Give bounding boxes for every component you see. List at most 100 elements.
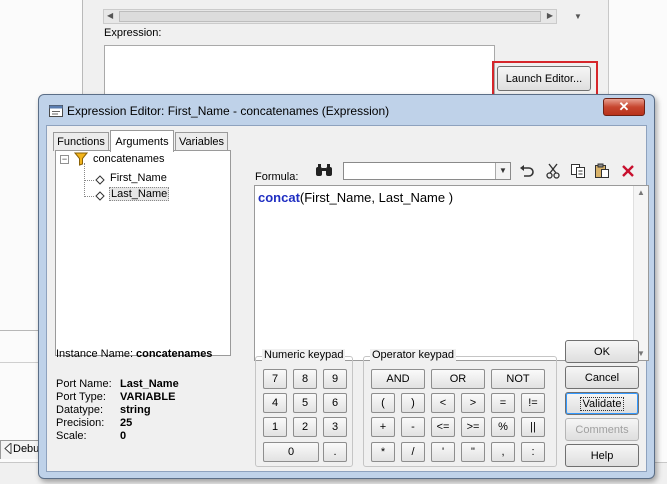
key-comma[interactable]: ,: [491, 442, 515, 462]
key-decimal[interactable]: .: [323, 442, 347, 462]
delete-icon[interactable]: [618, 162, 638, 180]
key-4[interactable]: 4: [263, 393, 287, 413]
formula-label: Formula:: [255, 171, 299, 183]
search-combo[interactable]: ▼: [343, 162, 511, 180]
key-divide[interactable]: /: [401, 442, 425, 462]
key-not[interactable]: NOT: [491, 369, 545, 389]
expression-label: Expression:: [104, 27, 162, 39]
key-1[interactable]: 1: [263, 417, 287, 437]
port-name-value: Last_Name: [120, 378, 179, 390]
instance-name-value: concatenames: [136, 348, 213, 360]
dialog-body: Functions Arguments Variables − concaten…: [46, 125, 649, 472]
expression-editor-dialog: Expression Editor: First_Name - concaten…: [38, 94, 655, 479]
tree-line: [84, 196, 94, 197]
scroll-right-icon[interactable]: ▶: [547, 11, 553, 20]
key-3[interactable]: 3: [323, 417, 347, 437]
key-and[interactable]: AND: [371, 369, 425, 389]
formula-function: concat: [258, 190, 300, 205]
tree-line: [84, 180, 94, 181]
formula-arguments: (First_Name, Last_Name ): [299, 190, 454, 205]
port-icon: [95, 175, 105, 185]
key-multiply[interactable]: *: [371, 442, 395, 462]
key-greater-equal[interactable]: >=: [461, 417, 485, 437]
instance-name-label: Instance Name:: [56, 348, 134, 360]
key-2[interactable]: 2: [293, 417, 317, 437]
scale-label: Scale:: [56, 430, 87, 442]
numeric-keypad: Numeric keypad 7 8 9 4 5 6 1 2 3 0 .: [255, 349, 353, 467]
tab-functions[interactable]: Functions: [53, 132, 109, 151]
horizontal-scrollbar[interactable]: ◀ ▶: [103, 9, 557, 24]
port-type-label: Port Type:: [56, 391, 106, 403]
key-colon[interactable]: :: [521, 442, 545, 462]
launch-editor-button[interactable]: Launch Editor...: [497, 66, 591, 91]
scroll-thumb[interactable]: [119, 11, 541, 22]
key-single-quote[interactable]: ': [431, 442, 455, 462]
key-7[interactable]: 7: [263, 369, 287, 389]
key-equals[interactable]: =: [491, 393, 515, 413]
undo-icon[interactable]: [517, 162, 537, 180]
operator-keypad-title: Operator keypad: [370, 349, 456, 361]
cancel-button[interactable]: Cancel: [565, 366, 639, 389]
key-8[interactable]: 8: [293, 369, 317, 389]
ok-button[interactable]: OK: [565, 340, 639, 363]
key-0[interactable]: 0: [263, 442, 319, 462]
scroll-down-icon[interactable]: ▼: [571, 9, 585, 24]
port-name-label: Port Name:: [56, 378, 112, 390]
paste-icon[interactable]: [592, 162, 612, 180]
debug-tab-icon: [4, 443, 12, 454]
binoculars-icon[interactable]: [315, 163, 333, 177]
close-button[interactable]: ✕: [603, 98, 645, 116]
window-icon: [49, 105, 63, 117]
close-icon: ✕: [618, 99, 630, 114]
port-icon: [95, 191, 105, 201]
datatype-value: string: [120, 404, 151, 416]
tab-arguments[interactable]: Arguments: [110, 130, 174, 152]
scroll-left-icon[interactable]: ◀: [107, 11, 113, 20]
key-6[interactable]: 6: [323, 393, 347, 413]
arguments-panel: − concatenames First_Name Last_Name: [55, 150, 231, 356]
comments-label: Comments: [575, 423, 629, 436]
tree-item-last-name[interactable]: Last_Name: [109, 187, 170, 201]
key-or[interactable]: OR: [431, 369, 485, 389]
tab-variables[interactable]: Variables: [175, 132, 228, 151]
formula-scrollbar[interactable]: ▲ ▼: [633, 186, 648, 360]
tab-label: Variables: [178, 136, 225, 148]
key-concat[interactable]: ||: [521, 417, 545, 437]
transformation-icon: [74, 152, 88, 166]
copy-icon[interactable]: [568, 162, 588, 180]
formula-editor[interactable]: concat(First_Name, Last_Name ) ▲ ▼: [254, 185, 649, 361]
key-not-equals[interactable]: !=: [521, 393, 545, 413]
numeric-keypad-title: Numeric keypad: [262, 349, 346, 361]
key-open-paren[interactable]: (: [371, 393, 395, 413]
help-label: Help: [590, 449, 614, 462]
key-greater-than[interactable]: >: [461, 393, 485, 413]
precision-label: Precision:: [56, 417, 105, 429]
launch-editor-label: Launch Editor...: [505, 72, 583, 85]
tab-label: Arguments: [115, 135, 169, 148]
datatype-label: Datatype:: [56, 404, 104, 416]
key-minus[interactable]: -: [401, 417, 425, 437]
validate-button[interactable]: Validate: [565, 392, 639, 415]
cancel-label: Cancel: [584, 371, 620, 384]
cut-icon[interactable]: [543, 162, 563, 180]
port-type-value: VARIABLE: [120, 391, 176, 403]
chevron-down-icon[interactable]: ▼: [495, 163, 510, 179]
tree-root-item[interactable]: concatenames: [93, 153, 165, 165]
formula-text[interactable]: concat(First_Name, Last_Name ): [258, 190, 453, 205]
key-less-equal[interactable]: <=: [431, 417, 455, 437]
ok-label: OK: [594, 345, 610, 358]
key-double-quote[interactable]: ": [461, 442, 485, 462]
key-percent[interactable]: %: [491, 417, 515, 437]
help-button[interactable]: Help: [565, 444, 639, 467]
key-9[interactable]: 9: [323, 369, 347, 389]
scroll-up-icon[interactable]: ▲: [637, 188, 645, 197]
key-less-than[interactable]: <: [431, 393, 455, 413]
key-close-paren[interactable]: ): [401, 393, 425, 413]
comments-button[interactable]: Comments: [565, 418, 639, 441]
scale-value: 0: [120, 430, 127, 442]
key-plus[interactable]: +: [371, 417, 395, 437]
tree-item-first-name[interactable]: First_Name: [110, 172, 167, 184]
validate-label: Validate: [579, 396, 625, 411]
key-5[interactable]: 5: [293, 393, 317, 413]
collapse-toggle[interactable]: −: [60, 155, 69, 164]
